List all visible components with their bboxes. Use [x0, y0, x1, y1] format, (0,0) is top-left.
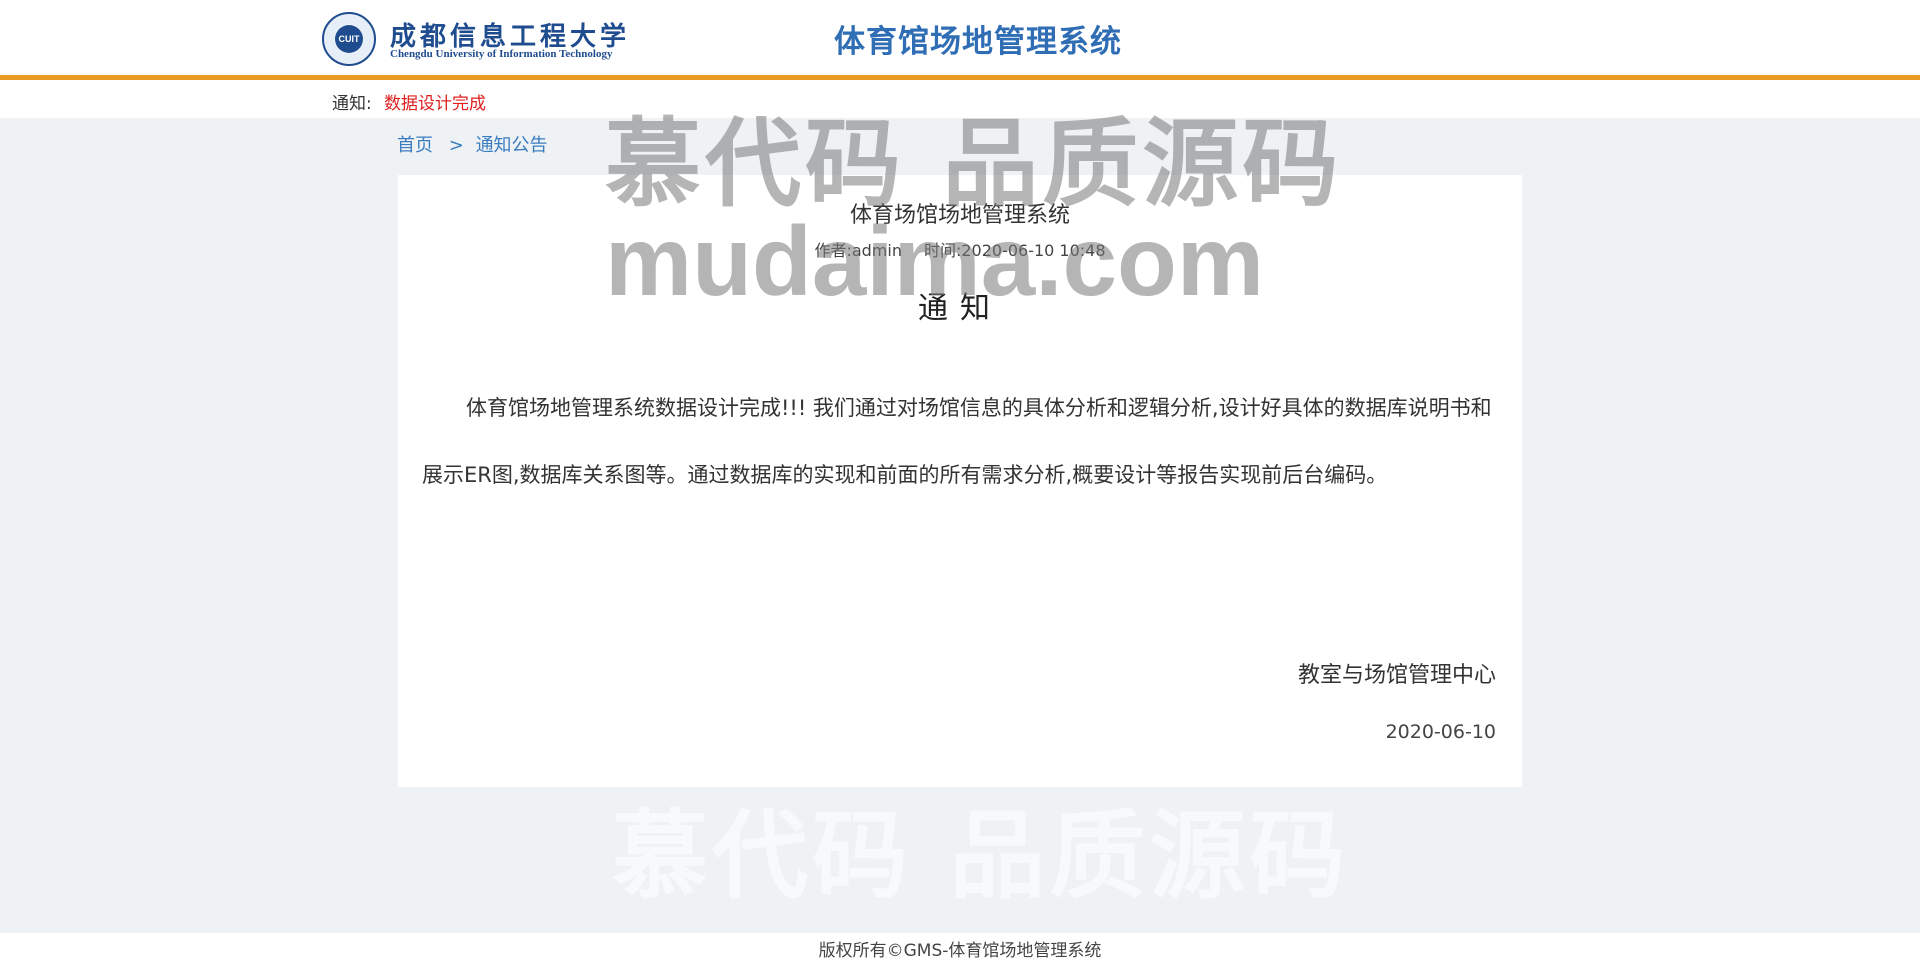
footer-copyright: 版权所有©GMS-体育馆场地管理系统	[818, 941, 1102, 961]
breadcrumb: 首页 > 通知公告	[397, 131, 548, 157]
article-heading: 通知	[918, 291, 1002, 326]
breadcrumb-separator: >	[448, 135, 464, 156]
article-author: 作者:admin	[814, 241, 902, 260]
university-emblem-icon: CUIT	[322, 12, 376, 66]
site-header: CUIT 成都信息工程大学 Chengdu University of Info…	[0, 0, 1920, 80]
article-time: 时间:2020-06-10 10:48	[923, 241, 1106, 260]
article-body: 体育馆场地管理系统数据设计完成!!! 我们通过对场馆信息的具体分析和逻辑分析,设…	[422, 396, 1492, 487]
article-title: 体育场馆场地管理系统	[849, 203, 1070, 228]
university-name-en: Chengdu University of Information Techno…	[390, 48, 613, 60]
watermark-text-faint: 慕代码 品质源码	[612, 800, 1350, 912]
notice-article: 体育场馆场地管理系统 作者:admin 时间:2020-06-10 10:48 通…	[398, 175, 1522, 787]
notice-bar: 通知: 数据设计完成	[0, 80, 1920, 118]
notice-link[interactable]: 数据设计完成	[384, 89, 486, 114]
site-footer: 版权所有©GMS-体育馆场地管理系统	[0, 933, 1920, 969]
notice-label: 通知:	[332, 94, 372, 114]
article-date: 2020-06-10	[1385, 721, 1496, 743]
article-meta: 作者:admin 时间:2020-06-10 10:48	[398, 237, 1522, 261]
breadcrumb-home-link[interactable]: 首页	[397, 135, 433, 156]
university-logo[interactable]: CUIT 成都信息工程大学 Chengdu University of Info…	[322, 12, 652, 67]
article-signature: 教室与场馆管理中心	[1297, 663, 1496, 688]
emblem-text: CUIT	[335, 25, 363, 53]
system-title: 体育馆场地管理系统	[834, 24, 1122, 60]
breadcrumb-current-link[interactable]: 通知公告	[476, 135, 548, 156]
